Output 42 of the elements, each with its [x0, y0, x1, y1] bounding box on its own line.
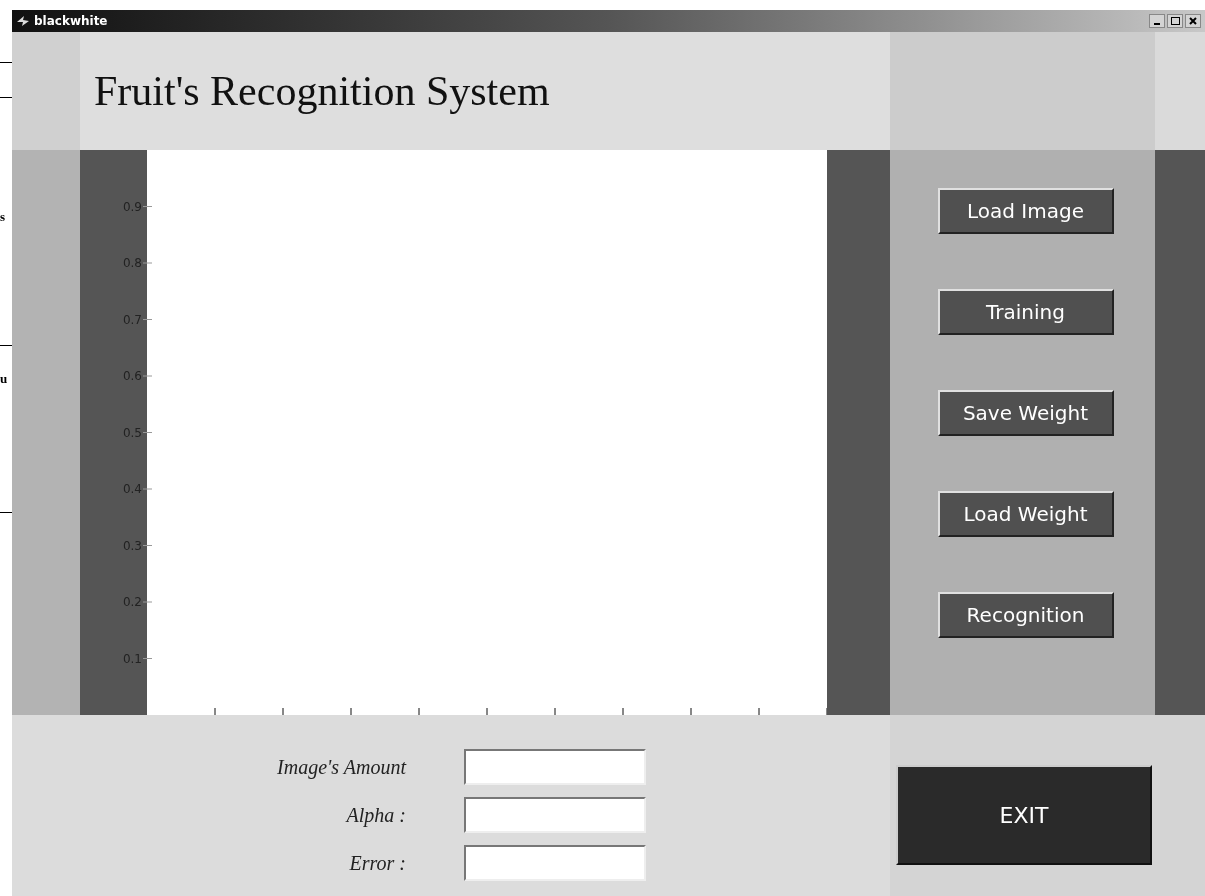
action-button[interactable]: Load Image — [937, 188, 1114, 234]
y-tick — [142, 601, 153, 603]
app-title: Fruit's Recognition System — [94, 70, 550, 112]
x-tick — [690, 707, 692, 715]
input-field[interactable] — [464, 749, 646, 785]
y-tick — [142, 262, 153, 264]
background-text: u — [0, 372, 8, 385]
input-field[interactable] — [464, 845, 646, 881]
action-button[interactable]: Training — [937, 289, 1114, 335]
x-tick — [758, 707, 760, 715]
x-tick — [282, 707, 284, 715]
x-tick — [350, 707, 352, 715]
action-button[interactable]: Save Weight — [937, 390, 1114, 436]
exit-button[interactable]: EXIT — [896, 765, 1152, 865]
field-label: Error : — [348, 851, 406, 876]
y-tick — [142, 206, 153, 207]
y-tick — [142, 545, 153, 546]
field-label: Alpha : — [344, 803, 406, 829]
input-field[interactable] — [464, 797, 646, 833]
x-tick — [214, 707, 216, 715]
x-tick — [418, 707, 420, 715]
x-tick — [554, 707, 556, 715]
field-label: Image's Amount — [276, 755, 406, 781]
y-tick — [142, 319, 153, 320]
x-tick — [826, 707, 827, 715]
app-icon — [16, 15, 30, 27]
close-icon — [1189, 17, 1197, 25]
y-tick — [142, 658, 153, 659]
minimize-button[interactable] — [1149, 14, 1165, 28]
x-tick — [622, 707, 624, 715]
y-tick — [142, 375, 153, 377]
y-tick — [142, 488, 153, 490]
action-button[interactable]: Load Weight — [937, 491, 1114, 537]
y-tick — [142, 432, 153, 433]
maximize-button[interactable] — [1167, 14, 1183, 28]
background-text: s — [0, 210, 6, 223]
close-button[interactable] — [1185, 14, 1201, 28]
action-button[interactable]: Recognition — [937, 592, 1114, 638]
minimize-icon — [1154, 23, 1160, 25]
window-title: blackwhite — [34, 13, 108, 30]
maximize-icon — [1170, 17, 1180, 25]
x-tick — [486, 707, 488, 715]
